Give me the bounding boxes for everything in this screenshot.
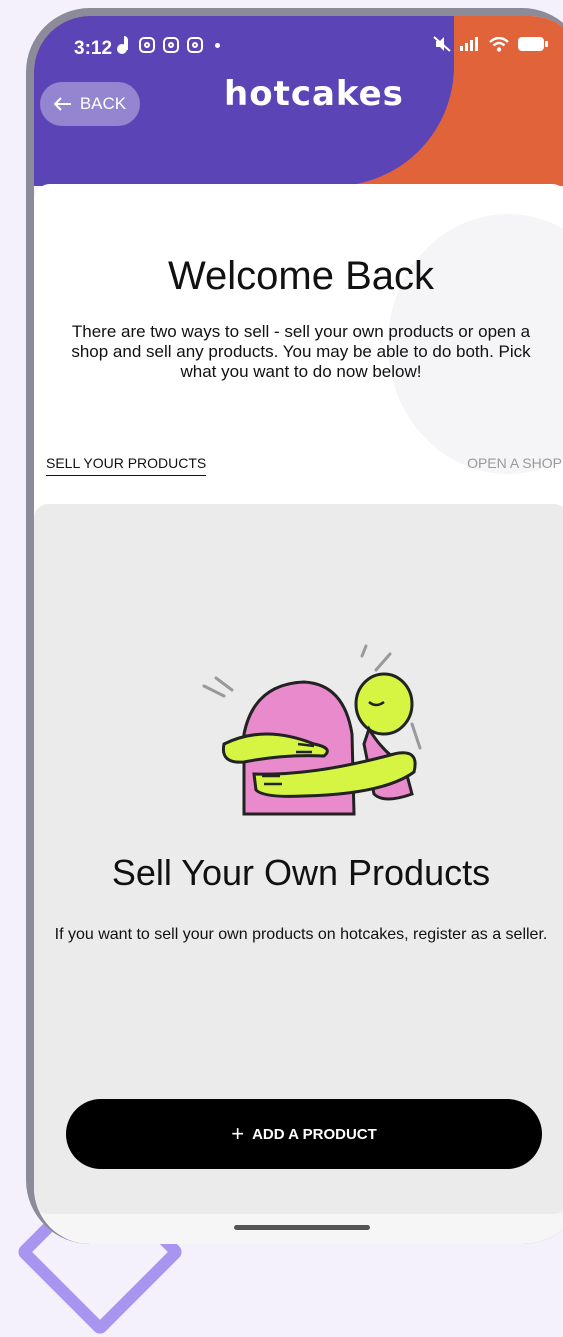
tiktok-icon: [117, 36, 131, 54]
wifi-icon: [489, 36, 509, 52]
panel-description: If you want to sell your own products on…: [54, 926, 548, 943]
instagram-icon: [163, 37, 179, 53]
back-label: BACK: [79, 94, 127, 113]
app-screen: 3:12 BACK hotcakes Welcome Back There ar…: [34, 16, 563, 1244]
page-title: Welcome Back: [167, 254, 434, 298]
tab-open-a-shop[interactable]: OPEN A SHOP: [467, 455, 562, 471]
arrow-left-icon: [53, 97, 71, 111]
more-notifications-dot: [215, 42, 220, 48]
battery-icon: [518, 37, 548, 51]
back-button[interactable]: BACK: [40, 82, 140, 126]
notification-icons: [117, 36, 220, 54]
add-product-label: ADD A PRODUCT: [252, 1125, 377, 1143]
app-header: 3:12 BACK hotcakes: [34, 16, 563, 186]
mute-icon: [433, 36, 451, 52]
home-indicator: [234, 1225, 370, 1230]
panel-title: Sell Your Own Products: [111, 852, 491, 893]
welcome-card: Welcome Back There are two ways to sell …: [34, 184, 563, 524]
hug-illustration: [202, 644, 422, 816]
hotcakes-logo: hotcakes: [224, 74, 404, 114]
signal-icon: [460, 37, 478, 51]
instagram-icon: [187, 37, 203, 53]
add-product-button[interactable]: + ADD A PRODUCT: [66, 1099, 542, 1169]
welcome-description: There are two ways to sell - sell your o…: [71, 322, 531, 381]
phone-frame: 3:12 BACK hotcakes Welcome Back There ar…: [26, 8, 563, 1244]
sell-products-panel: Sell Your Own Products If you want to se…: [34, 504, 563, 1214]
instagram-icon: [139, 37, 155, 53]
tab-sell-your-products[interactable]: SELL YOUR PRODUCTS: [46, 455, 207, 476]
status-time: 3:12: [74, 38, 113, 59]
plus-icon: +: [231, 1121, 245, 1146]
system-icons: [433, 36, 548, 52]
